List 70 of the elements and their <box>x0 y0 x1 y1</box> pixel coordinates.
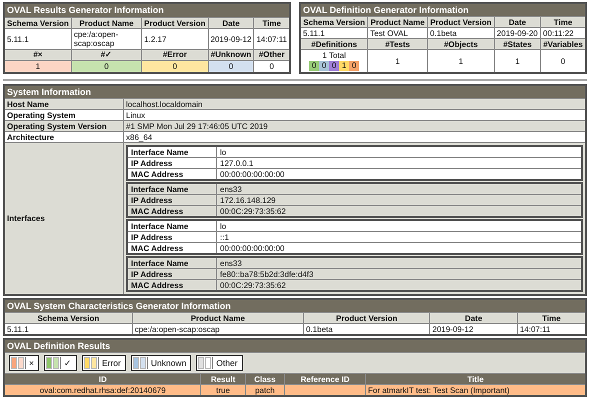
table-cell: 2019-09-12 <box>430 324 518 335</box>
count-badge: 0 <box>319 61 330 71</box>
count-badge: 1 <box>339 61 350 71</box>
column-header: Date <box>430 312 518 324</box>
total-label: 1 Total <box>321 51 347 61</box>
count-cell: 0 <box>208 60 254 73</box>
row-label: Interface Name <box>127 220 216 232</box>
table-cell: ens33 <box>216 257 582 268</box>
column-header: #Error <box>142 49 208 61</box>
table-cell: 2019-09-12 <box>208 28 254 50</box>
table-cell: 14:07:11 <box>517 324 586 335</box>
column-header: Schema Version <box>300 16 368 28</box>
column-header: #✓ <box>71 49 142 61</box>
table-cell: ::1 <box>216 232 582 242</box>
count-cell: 1 <box>4 60 72 73</box>
column-header: ID <box>4 374 201 384</box>
table-cell: 0 <box>540 50 586 73</box>
count-cell: 0 <box>142 60 208 73</box>
table-cell: 1 <box>368 50 428 73</box>
table-cell: 1 <box>494 50 541 73</box>
section-title: OVAL Definition Generator Information <box>300 3 586 16</box>
column-header: Time <box>517 312 586 324</box>
table-cell: 127.0.0.1 <box>216 158 582 168</box>
column-header: #Definitions <box>300 38 368 50</box>
table-cell: lo <box>216 220 582 232</box>
table-cell: 172.16.148.129 <box>216 194 582 206</box>
legend-label: Error <box>98 357 124 369</box>
column-header: Product Name <box>132 312 304 324</box>
row-label: IP Address <box>127 232 216 242</box>
column-header: Product Name <box>71 17 142 29</box>
table-cell: fe80::ba78:5b2d:3dfe:d4f3 <box>216 268 582 280</box>
column-header: Product Version <box>427 16 494 28</box>
count-cell: 0 <box>71 60 142 73</box>
table-cell: 0.1beta <box>427 28 494 38</box>
table-cell: lo <box>216 146 582 158</box>
table-cell: 0.1beta <box>304 324 430 335</box>
count-badge: 0 <box>349 61 360 71</box>
column-header: Product Version <box>142 17 208 29</box>
legend-label: Other <box>212 357 241 369</box>
table-cell: cpe:/a:open-scap:oscap <box>132 324 304 335</box>
table-cell: 1 <box>427 50 494 73</box>
section-title: System Information <box>4 85 586 98</box>
table-cell: 5.11.1 <box>300 28 368 38</box>
row-label: Interface Name <box>127 183 216 194</box>
table-cell: cpe:/a:open-scap:oscap <box>71 28 142 50</box>
section-title: OVAL Results Generator Information <box>4 3 290 18</box>
column-header: #× <box>4 49 72 61</box>
count-badge: 0 <box>329 61 340 71</box>
column-header: Schema Version <box>4 312 132 324</box>
column-header: Reference ID <box>284 374 366 384</box>
column-header: Schema Version <box>4 17 72 29</box>
row-label: Interface Name <box>127 146 216 158</box>
table-cell: 5.11.1 <box>4 324 132 335</box>
table-cell: 5.11.1 <box>4 28 72 50</box>
count-badge: 0 <box>309 61 320 71</box>
column-header: Title <box>366 374 586 384</box>
row-label: IP Address <box>127 194 216 206</box>
legend-label: ✓ <box>60 357 75 369</box>
legend-label: Unknown <box>146 357 190 369</box>
column-header: #Objects <box>427 38 494 50</box>
row-label: Interface Name <box>127 257 216 268</box>
column-header: Product Version <box>304 312 430 324</box>
legend-label: × <box>25 357 37 369</box>
table-cell: ens33 <box>216 183 582 194</box>
section-title: OVAL Definition Results <box>4 339 586 352</box>
section-title: OVAL System Characteristics Generator Information <box>4 299 586 312</box>
table-cell: 14:07:11 <box>254 28 290 50</box>
row-label: IP Address <box>127 158 216 168</box>
row-label: IP Address <box>127 268 216 280</box>
table-cell: 1.2.17 <box>142 28 208 50</box>
